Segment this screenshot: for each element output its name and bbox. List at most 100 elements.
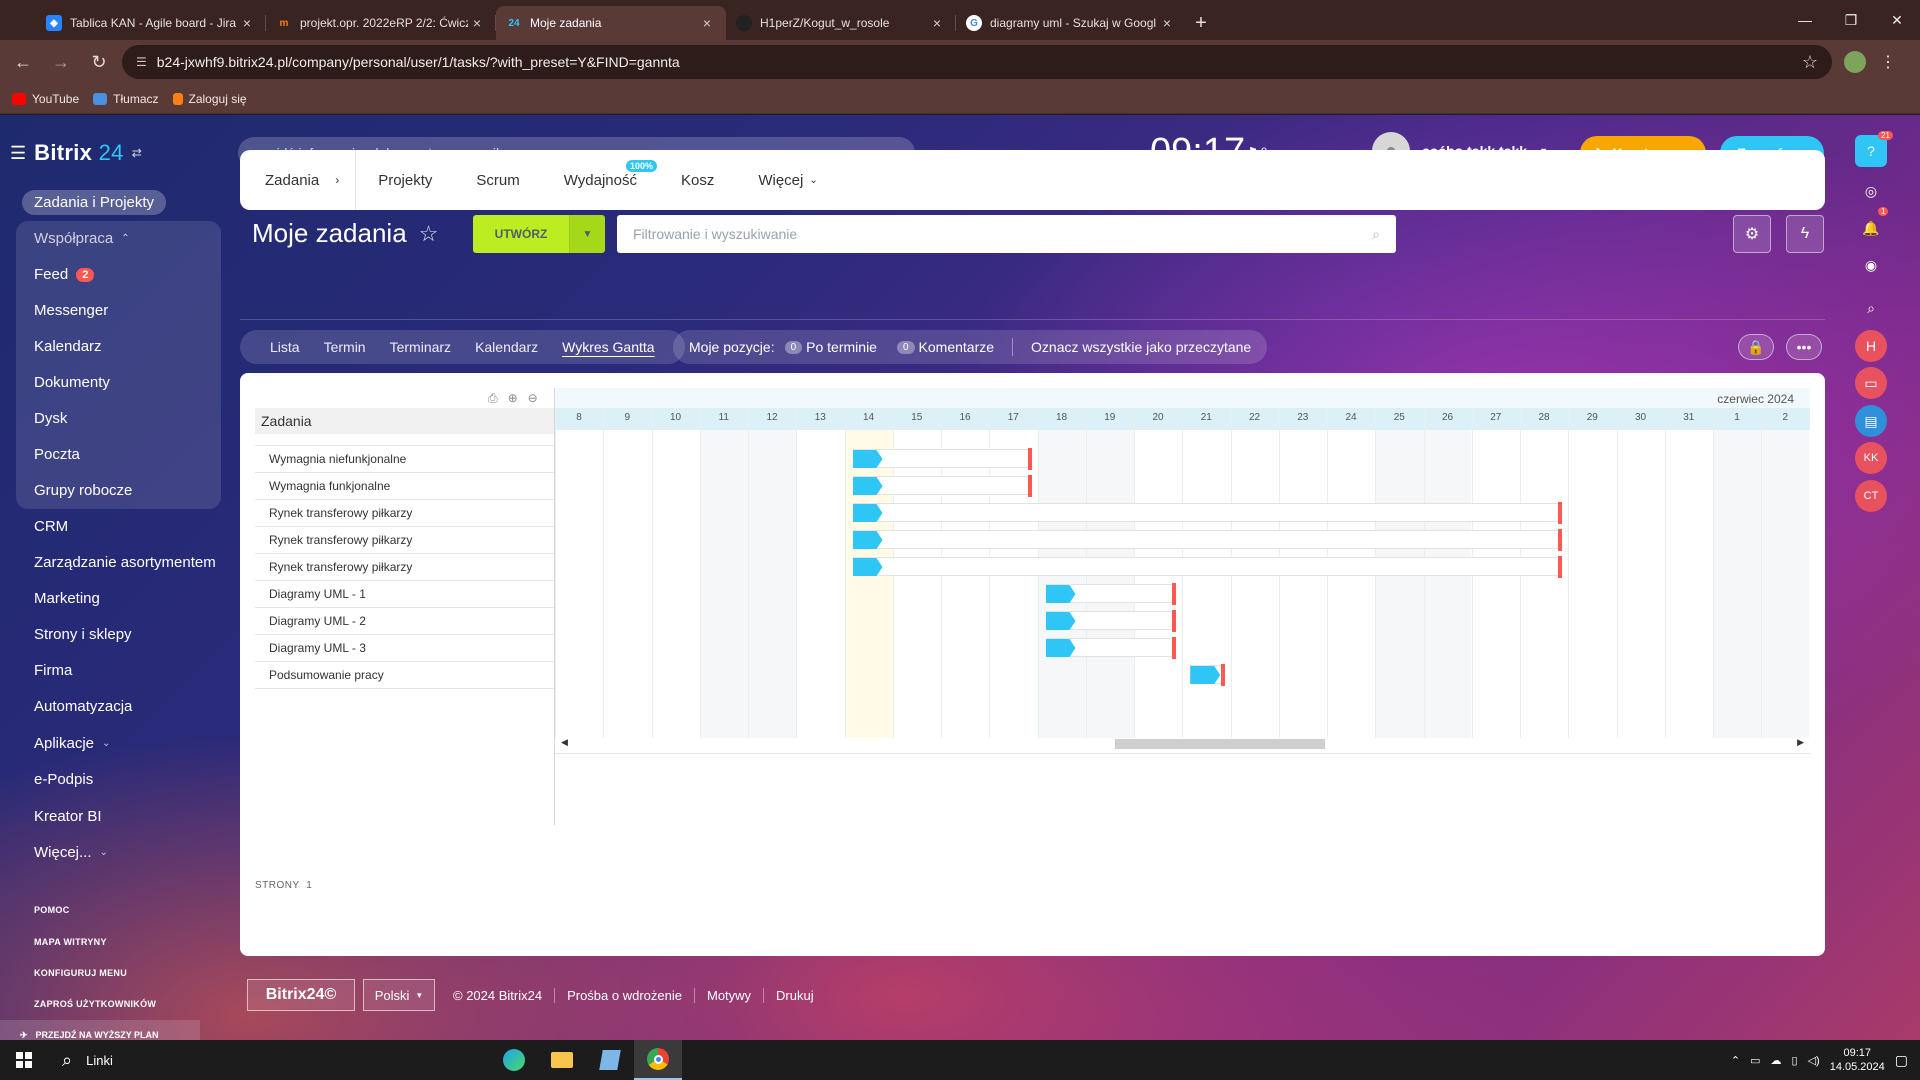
menu-dots-icon[interactable]: ⋮ [1880,52,1896,72]
sidebar-item-mail[interactable]: Poczta [34,446,80,463]
edge-icon[interactable] [490,1040,538,1080]
taskbar-search[interactable]: ⌕ Linki [62,1050,113,1071]
volume-icon[interactable]: ◁) [1808,1054,1820,1067]
gantt-task-bar[interactable] [852,530,1561,549]
gantt-task-name[interactable]: Wymagnia niefunkjonalne [269,452,406,466]
bookmark-login[interactable]: Zaloguj się [172,92,247,106]
tab-projects[interactable]: Projekty [356,150,454,210]
gantt-task-start-marker[interactable] [852,558,883,576]
overdue-count[interactable]: 0 [784,340,803,354]
bookmark-translate[interactable]: Tłumacz [93,92,159,106]
sidebar-item-marketing[interactable]: Marketing [34,590,100,607]
gantt-task-start-marker[interactable] [852,504,883,522]
chrome-icon[interactable] [634,1040,682,1080]
view-gantt[interactable]: Wykres Gantta [550,339,666,355]
automation-lightning-icon[interactable]: ϟ [1786,215,1824,253]
minimize-icon[interactable]: — [1782,0,1828,40]
address-bar[interactable]: ☰ b24-jxwhf9.bitrix24.pl/company/persona… [122,45,1832,79]
gantt-task-name[interactable]: Rynek transferowy piłkarzy [269,506,412,520]
comments-link[interactable]: Komentarze [919,339,994,355]
gantt-task-name[interactable]: Rynek transferowy piłkarzy [269,560,412,574]
close-icon[interactable]: × [1158,15,1176,31]
help-link[interactable]: POMOC [34,905,70,915]
onedrive-icon[interactable]: ☁ [1771,1054,1782,1067]
sidebar-item-workgroups[interactable]: Grupy robocze [34,482,132,499]
gantt-horizontal-scrollbar[interactable]: ◀ ▶ [555,737,1810,750]
language-select[interactable]: Polski ▼ [363,979,435,1011]
invite-users-link[interactable]: ZAPROŚ UŻYTKOWNIKÓW [34,999,156,1009]
gantt-deadline-marker[interactable] [1220,664,1225,686]
gantt-task-bar[interactable] [852,503,1561,522]
browser-tab[interactable]: G diagramy uml - Szukaj w Googl × [956,6,1186,40]
view-list[interactable]: Lista [258,339,312,355]
gantt-task-bar[interactable] [852,557,1561,576]
gantt-deadline-marker[interactable] [1558,529,1563,551]
gantt-deadline-marker[interactable] [1172,610,1177,632]
zoom-out-icon[interactable]: ⊖ [528,391,538,406]
tray-chevron-icon[interactable]: ⌃ [1731,1054,1740,1067]
sidebar-item-automation[interactable]: Automatyzacja [34,698,132,715]
gantt-task-start-marker[interactable] [852,450,883,468]
scrollbar-thumb[interactable] [1115,739,1325,749]
gantt-deadline-marker[interactable] [1027,448,1032,470]
network-icon[interactable]: ▭ [1750,1054,1760,1067]
create-button[interactable]: UTWÓRZ ▼ [473,215,605,253]
themes-link[interactable]: Motywy [695,987,765,1003]
overdue-link[interactable]: Po terminie [806,339,877,355]
forward-icon[interactable]: → [46,47,76,77]
gantt-deadline-marker[interactable] [1558,556,1563,578]
sidebar-item-tasks-projects[interactable]: Zadania i Projekty [22,190,167,215]
sidebar-group-header[interactable]: Współpraca ⌃ [34,230,130,247]
tab-efficiency[interactable]: Wydajność 100% [542,150,659,210]
implementation-request-link[interactable]: Prośba o wdrożenie [555,987,695,1003]
restore-icon[interactable]: ❐ [1828,0,1874,40]
gantt-task-name[interactable]: Wymagnia funkjonalne [269,479,390,493]
sidebar-item-inventory[interactable]: Zarządzanie asortymentem [34,554,216,571]
sidebar-item-sites[interactable]: Strony i sklepy [34,626,132,643]
scroll-left-icon[interactable]: ◀ [561,737,568,748]
reload-icon[interactable]: ↻ [84,47,114,77]
view-planner[interactable]: Terminarz [378,339,463,355]
more-dots-icon[interactable]: ••• [1786,334,1822,360]
close-window-icon[interactable]: ✕ [1874,0,1920,40]
tab-scrum[interactable]: Scrum [454,150,541,210]
sidebar-item-feed[interactable]: Feed 2 [34,266,95,283]
logo[interactable]: Bitrix 24 [34,140,124,166]
sidebar-item-bi[interactable]: Kreator BI [34,808,102,825]
sidebar-item-esign[interactable]: e-Podpis [34,771,93,788]
new-tab-button[interactable]: + [1186,6,1216,40]
notepad-icon[interactable] [586,1040,634,1080]
favorite-star-icon[interactable]: ☆ [419,221,439,247]
comments-count[interactable]: 0 [896,340,915,354]
gantt-task-name[interactable]: Podsumowanie pracy [269,668,384,682]
print-icon[interactable]: ⎙ [488,391,498,406]
tab-trash[interactable]: Kosz [659,150,736,210]
gantt-task-start-marker[interactable] [1045,585,1076,603]
notification-bell-icon[interactable]: 🔔 [1855,212,1887,244]
tab-more[interactable]: Więcej ⌄ [736,150,839,210]
taskbar-clock[interactable]: 09:17 14.05.2024 [1830,1046,1885,1074]
sidebar-item-documents[interactable]: Dokumenty [34,374,110,391]
battery-icon[interactable]: ▯ [1792,1054,1798,1067]
start-button[interactable] [0,1040,48,1080]
sidebar-item-crm[interactable]: CRM [34,518,68,535]
browser-tab[interactable]: m projekt.opr. 2022eRP 2/2: Ćwicz × [266,6,496,40]
filter-search-input[interactable]: Filtrowanie i wyszukiwanie ⌕ [617,215,1396,253]
close-icon[interactable]: × [468,15,486,31]
settings-gear-icon[interactable]: ⚙ [1733,215,1771,253]
search-icon[interactable]: ⌕ [1855,292,1887,324]
group-chat-icon[interactable]: ▤ [1855,405,1887,437]
sidebar-item-company[interactable]: Firma [34,662,72,679]
tab-tasks[interactable]: Zadania › [240,150,357,210]
sitemap-link[interactable]: MAPA WITRYNY [34,937,107,947]
upgrade-plan-button[interactable]: ✈ PRZEJDŹ NA WYŻSZY PLAN [0,1020,200,1040]
file-explorer-icon[interactable] [538,1040,586,1080]
hamburger-icon[interactable]: ☰ [10,143,26,164]
chat-icon[interactable]: ◉ [1855,249,1887,281]
close-icon[interactable]: × [238,15,256,31]
browser-tab[interactable]: H1perZ/Kogut_w_rosole × [726,6,956,40]
gantt-deadline-marker[interactable] [1027,475,1032,497]
gantt-task-start-marker[interactable] [1045,612,1076,630]
mark-all-read-link[interactable]: Oznacz wszystkie jako przeczytane [1031,339,1251,355]
gantt-task-start-marker[interactable] [1045,639,1076,657]
